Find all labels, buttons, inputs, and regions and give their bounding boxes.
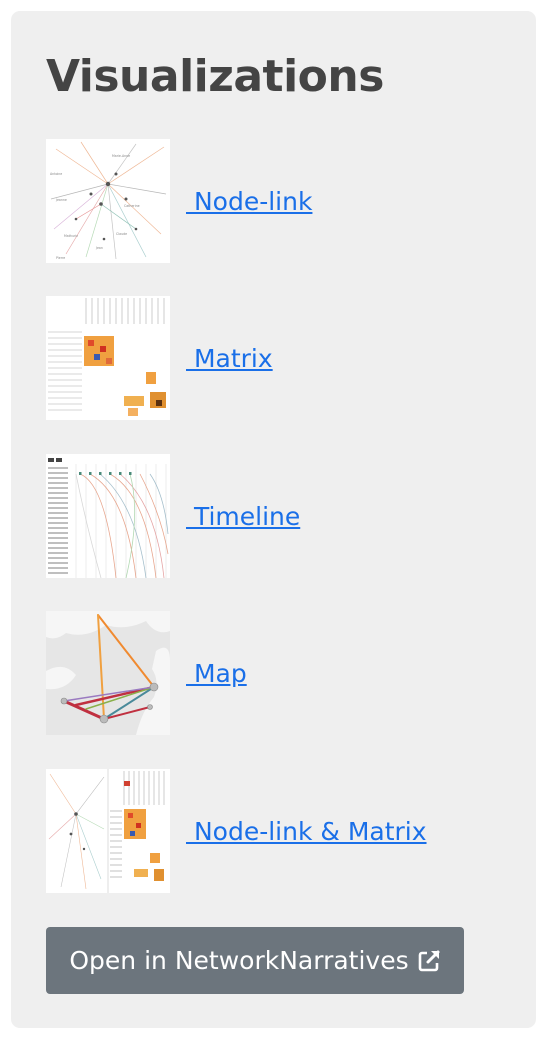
svg-text:Jean: Jean bbox=[95, 246, 103, 250]
timeline-thumbnail[interactable] bbox=[46, 454, 170, 578]
external-link-icon bbox=[417, 949, 441, 973]
node-link-matrix-thumbnail[interactable] bbox=[46, 769, 170, 893]
vis-label-map[interactable]: Map bbox=[186, 659, 247, 688]
vis-link-node-link-matrix[interactable]: Node-link & Matrix bbox=[46, 769, 427, 893]
vis-label-timeline[interactable]: Timeline bbox=[186, 502, 300, 531]
svg-text:Antoine: Antoine bbox=[50, 172, 62, 176]
vis-label-node-link-matrix[interactable]: Node-link & Matrix bbox=[186, 817, 427, 846]
vis-label-node-link[interactable]: Node-link bbox=[186, 187, 313, 216]
svg-text:Mathurin: Mathurin bbox=[64, 234, 78, 238]
node-link-thumbnail[interactable]: Marie-Anne Antoine Jeanne Catherine Mathur… bbox=[46, 139, 170, 263]
matrix-thumbnail[interactable] bbox=[46, 296, 170, 420]
svg-text:Catherine: Catherine bbox=[124, 204, 140, 208]
visualizations-panel: Visualizations Marie-Anne Antoine Jeanne… bbox=[11, 11, 536, 1028]
svg-text:Claude: Claude bbox=[116, 232, 127, 236]
vis-link-timeline[interactable]: Timeline bbox=[46, 454, 300, 578]
vis-link-matrix[interactable]: Matrix bbox=[46, 296, 273, 420]
svg-text:Pierre: Pierre bbox=[56, 256, 65, 260]
panel-title: Visualizations bbox=[46, 51, 384, 102]
vis-link-node-link[interactable]: Marie-Anne Antoine Jeanne Catherine Mathur… bbox=[46, 139, 312, 263]
open-button-label: Open in NetworkNarratives bbox=[69, 946, 409, 975]
svg-text:Jeanne: Jeanne bbox=[55, 198, 67, 202]
svg-text:Marie-Anne: Marie-Anne bbox=[112, 154, 130, 158]
vis-link-map[interactable]: Map bbox=[46, 611, 247, 735]
open-in-networknarratives-button[interactable]: Open in NetworkNarratives bbox=[46, 927, 464, 994]
map-thumbnail[interactable] bbox=[46, 611, 170, 735]
vis-label-matrix[interactable]: Matrix bbox=[186, 344, 273, 373]
